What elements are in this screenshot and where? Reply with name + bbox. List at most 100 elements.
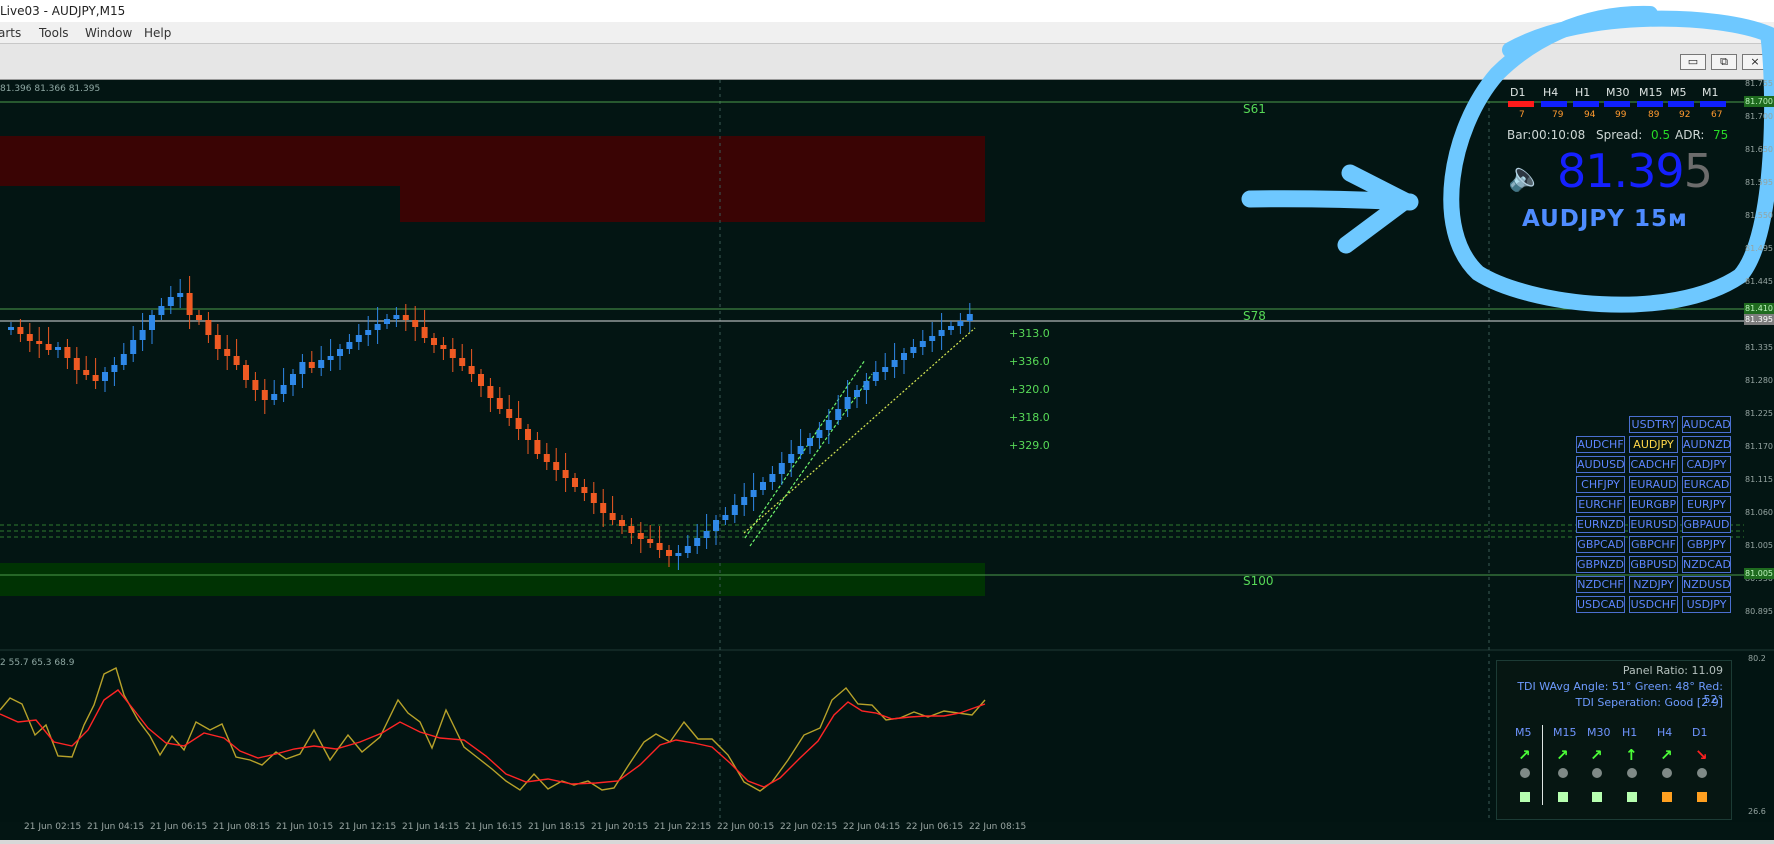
tf-label-m1: M1	[1702, 86, 1719, 99]
pair-button-nzdchf[interactable]: NZDCHF	[1576, 576, 1625, 593]
pair-button-cadjpy[interactable]: CADJPY	[1682, 456, 1731, 473]
live-price-main: 81.39	[1557, 144, 1685, 198]
time-tick: 21 Jun 18:15	[528, 822, 586, 832]
candle-body	[835, 409, 842, 420]
pair-button-eurusd[interactable]: EURUSD	[1629, 516, 1678, 533]
candle-body	[355, 335, 362, 342]
annotation-arrow-head	[1337, 164, 1414, 254]
candle-body	[788, 454, 795, 463]
pair-button-nzdusd[interactable]: NZDUSD	[1682, 576, 1731, 593]
pair-button-cadchf[interactable]: CADCHF	[1629, 456, 1678, 473]
candle-body	[600, 503, 607, 513]
tdi-arrow-m30-icon: ↗	[1590, 746, 1603, 764]
time-tick: 21 Jun 06:15	[150, 822, 208, 832]
candle-body	[901, 353, 907, 360]
pair-button-euraud[interactable]: EURAUD	[1629, 476, 1678, 493]
pair-button-nzdcad[interactable]: NZDCAD	[1682, 556, 1731, 573]
candle-body	[318, 360, 325, 368]
candle-body	[769, 474, 776, 482]
tdi-panel-ratio: Panel Ratio: 11.09	[1622, 664, 1723, 677]
candle-body	[449, 349, 456, 358]
pair-button-audusd[interactable]: AUDUSD	[1576, 456, 1625, 473]
pair-button-gbpusd[interactable]: GBPUSD	[1629, 556, 1678, 573]
pair-button-nzdjpy[interactable]: NZDJPY	[1629, 576, 1678, 593]
pair-button-eurjpy[interactable]: EURJPY	[1682, 496, 1731, 513]
candle-body	[393, 315, 400, 319]
pair-button-usdtry[interactable]: USDTRY	[1629, 416, 1678, 433]
candle-body	[844, 397, 851, 409]
tdi-arrow-m5-icon: ↗	[1518, 746, 1531, 764]
tdi-tf-h4: H4	[1657, 726, 1673, 739]
tdi-arrow-h4-icon: ↗	[1660, 746, 1673, 764]
pair-button-usdchf[interactable]: USDCHF	[1629, 596, 1678, 613]
tf-label-m5: M5	[1670, 86, 1687, 99]
tf-strength-value-h4: 79	[1552, 110, 1564, 120]
time-tick: 22 Jun 08:15	[969, 822, 1027, 832]
price-tick: 81.280	[1745, 376, 1773, 385]
tf-strength-value-m15: 89	[1648, 110, 1660, 120]
pair-button-gbpaud[interactable]: GBPAUD	[1682, 516, 1731, 533]
spread-label: Spread:	[1596, 128, 1643, 142]
pair-button-usdjpy[interactable]: USDJPY	[1682, 596, 1731, 613]
candle-body	[290, 374, 296, 385]
pair-button-audjpy[interactable]: AUDJPY	[1629, 436, 1678, 453]
tf-strength-bar-m15	[1637, 101, 1663, 107]
candle-body	[741, 497, 748, 505]
candle-body	[102, 372, 108, 381]
pair-button-eurchf[interactable]: EURCHF	[1576, 496, 1625, 513]
price-tick: 80.895	[1745, 607, 1773, 616]
pair-button-eurnzd[interactable]: EURNZD	[1576, 516, 1625, 533]
candle-body	[130, 340, 137, 354]
pair-button-gbpchf[interactable]: GBPCHF	[1629, 536, 1678, 553]
tf-strength-bar-m1	[1700, 101, 1726, 107]
price-tick: 81.495	[1745, 244, 1773, 253]
tdi-tf-h1: H1	[1622, 726, 1638, 739]
candle-body	[243, 365, 249, 380]
candle-body	[45, 344, 52, 350]
pair-button-audcad[interactable]: AUDCAD	[1682, 416, 1731, 433]
indicator-readout: 2 55.7 65.3 68.9	[0, 658, 75, 668]
price-tick: 81.115	[1745, 475, 1773, 484]
pair-button-gbpnzd[interactable]: GBPNZD	[1576, 556, 1625, 573]
tdi-status-dot-m30	[1592, 768, 1602, 778]
pair-button-chfjpy[interactable]: CHFJPY	[1576, 476, 1625, 493]
candlestick-series	[8, 276, 973, 570]
speaker-icon[interactable]: 🔈	[1508, 160, 1543, 193]
tf-label-m30: M30	[1606, 86, 1630, 99]
pivot-label-s78: S78	[1243, 309, 1266, 323]
tdi-signal-square-d1	[1697, 792, 1707, 802]
pair-button-audchf[interactable]: AUDCHF	[1576, 436, 1625, 453]
tdi-status-dot-m5	[1520, 768, 1530, 778]
pair-button-eurgbp[interactable]: EURGBP	[1629, 496, 1678, 513]
pair-button-eurcad[interactable]: EURCAD	[1682, 476, 1731, 493]
adr-label: ADR:	[1675, 128, 1705, 142]
time-tick: 21 Jun 08:15	[213, 822, 271, 832]
pair-button-audnzd[interactable]: AUDNZD	[1682, 436, 1731, 453]
candle-body	[365, 330, 372, 335]
pair-button-gbpjpy[interactable]: GBPJPY	[1682, 536, 1731, 553]
candle-body	[694, 538, 701, 546]
candle-body	[8, 327, 14, 330]
candle-body	[214, 335, 221, 349]
candle-body	[224, 349, 231, 356]
tf-strength-value-d1: 7	[1519, 110, 1525, 120]
pair-button-gbpcad[interactable]: GBPCAD	[1576, 536, 1625, 553]
tdi-arrow-d1-icon: ↘	[1695, 746, 1708, 764]
candle-body	[36, 341, 43, 344]
candle-body	[553, 462, 560, 470]
tdi-status-dot-h1	[1627, 768, 1637, 778]
candle-body	[948, 326, 954, 330]
pair-button-usdcad[interactable]: USDCAD	[1576, 596, 1625, 613]
tdi-signal-square-m30	[1592, 792, 1602, 802]
candle-body	[120, 354, 127, 365]
tf-label-d1: D1	[1510, 86, 1526, 99]
tdi-arrow-m15-icon: ↗	[1556, 746, 1569, 764]
candle-body	[919, 341, 926, 347]
time-tick: 21 Jun 20:15	[591, 822, 649, 832]
tdi-tf-m30: M30	[1587, 726, 1611, 739]
candle-body	[910, 347, 917, 353]
candle-body	[337, 349, 343, 356]
candle-body	[778, 463, 785, 474]
candle-body	[637, 533, 644, 539]
tf-strength-bar-m5	[1668, 101, 1694, 107]
